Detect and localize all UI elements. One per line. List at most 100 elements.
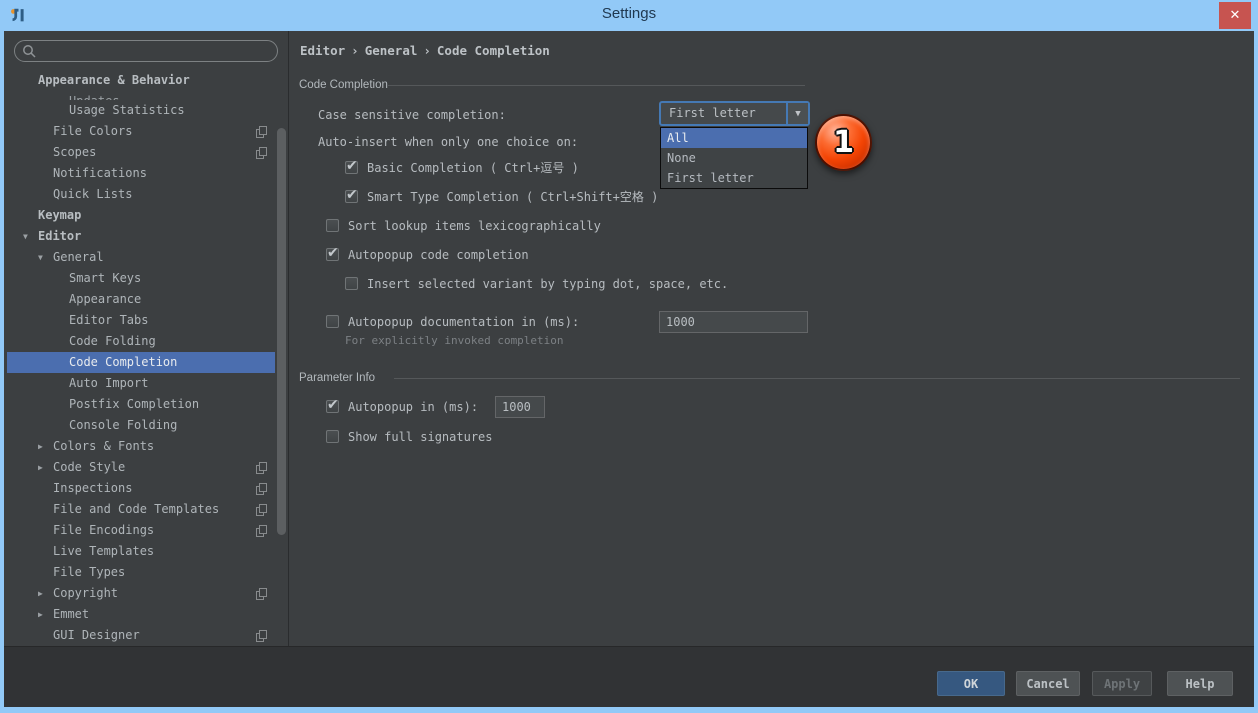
tree-item-keymap[interactable]: Keymap xyxy=(4,205,288,226)
tree-item-label: File and Code Templates xyxy=(53,502,219,516)
shared-settings-icon xyxy=(256,630,266,641)
close-button[interactable]: ✕ xyxy=(1219,2,1251,29)
autopopup-code-checkbox[interactable] xyxy=(326,248,339,261)
tree-item-label: Auto Import xyxy=(69,376,148,390)
tree-item-file-encodings[interactable]: File Encodings xyxy=(4,520,288,541)
case-sensitive-combobox[interactable]: First letter ▼ xyxy=(659,101,810,126)
tree-item-notifications[interactable]: Notifications xyxy=(4,163,288,184)
tree-item-console-folding[interactable]: Console Folding xyxy=(4,415,288,436)
breadcrumb-item-editor[interactable]: Editor xyxy=(300,43,345,58)
dialog-body: Appearance & Behavior Updates Usage Statis… xyxy=(4,31,1254,646)
show-full-signatures-checkbox[interactable] xyxy=(326,430,339,443)
titlebar[interactable]: Settings ✕ xyxy=(0,0,1258,31)
tree-item-code-style[interactable]: ▶Code Style xyxy=(4,457,288,478)
breadcrumb-item-code-completion: Code Completion xyxy=(437,43,550,58)
param-autopopup-checkbox[interactable] xyxy=(326,400,339,413)
ok-button[interactable]: OK xyxy=(937,671,1005,696)
tree-item-quick-lists[interactable]: Quick Lists xyxy=(4,184,288,205)
breadcrumb-separator: › xyxy=(417,43,437,58)
tree-item-general[interactable]: ▼General xyxy=(4,247,288,268)
insert-selected-checkbox[interactable] xyxy=(345,277,358,290)
tree-item-smart-keys[interactable]: Smart Keys xyxy=(4,268,288,289)
tree-item-label: GUI Designer xyxy=(53,628,140,642)
tree-item-label: Quick Lists xyxy=(53,187,132,201)
dialog-footer: OK Cancel Apply Help xyxy=(4,646,1254,707)
group-title-parameter-info: Parameter Info xyxy=(299,371,375,385)
shared-settings-icon xyxy=(256,504,266,515)
param-autopopup-row: Autopopup in (ms): xyxy=(326,396,478,418)
basic-completion-checkbox[interactable] xyxy=(345,161,358,174)
chevron-down-icon[interactable]: ▼ xyxy=(786,103,808,124)
group-separator-line xyxy=(394,378,1240,379)
expand-arrow-icon[interactable]: ▶ xyxy=(38,583,53,604)
cancel-button[interactable]: Cancel xyxy=(1016,671,1080,696)
tree-item-file-and-code-templates[interactable]: File and Code Templates xyxy=(4,499,288,520)
expand-arrow-icon[interactable]: ▶ xyxy=(38,604,53,625)
tree-item-file-types[interactable]: File Types xyxy=(4,562,288,583)
tree-item-editor-tabs[interactable]: Editor Tabs xyxy=(4,310,288,331)
combo-option-none[interactable]: None xyxy=(661,148,807,168)
tree-item-label: Copyright xyxy=(53,586,118,600)
settings-sidebar: Appearance & Behavior Updates Usage Statis… xyxy=(4,31,288,646)
sort-lookup-checkbox[interactable] xyxy=(326,219,339,232)
tree-item-label: Usage Statistics xyxy=(69,103,185,117)
insert-selected-row: Insert selected variant by typing dot, s… xyxy=(345,273,728,295)
shared-settings-icon xyxy=(256,588,266,599)
tree-item-label: Console Folding xyxy=(69,418,177,432)
tree-item-code-folding[interactable]: Code Folding xyxy=(4,331,288,352)
tree-item-colors-fonts[interactable]: ▶Colors & Fonts xyxy=(4,436,288,457)
smart-type-completion-row: Smart Type Completion ( Ctrl+Shift+空格 ) xyxy=(345,186,658,208)
expand-arrow-icon[interactable]: ▶ xyxy=(38,436,53,457)
tree-item-gui-designer[interactable]: GUI Designer xyxy=(4,625,288,646)
tree-item-usage-statistics[interactable]: Usage Statistics xyxy=(4,100,288,121)
tree-item-postfix-completion[interactable]: Postfix Completion xyxy=(4,394,288,415)
help-button[interactable]: Help xyxy=(1167,671,1233,696)
apply-button[interactable]: Apply xyxy=(1092,671,1152,696)
expand-arrow-icon[interactable]: ▶ xyxy=(38,457,53,478)
autopopup-code-label: Autopopup code completion xyxy=(348,248,529,262)
autopopup-doc-checkbox[interactable] xyxy=(326,315,339,328)
sidebar-scrollbar-thumb[interactable] xyxy=(277,128,286,535)
param-autopopup-ms-field[interactable] xyxy=(495,396,545,418)
tree-item-emmet[interactable]: ▶Emmet xyxy=(4,604,288,625)
group-separator-line xyxy=(388,85,805,86)
case-sensitive-label: Case sensitive completion: xyxy=(318,104,506,126)
tree-item-label: Inspections xyxy=(53,481,132,495)
tree-item-live-templates[interactable]: Live Templates xyxy=(4,541,288,562)
search-icon xyxy=(22,44,37,59)
tree-item-auto-import[interactable]: Auto Import xyxy=(4,373,288,394)
tree-item-label: File Colors xyxy=(53,124,132,138)
combo-option-all[interactable]: All xyxy=(661,128,807,148)
sort-lookup-label: Sort lookup items lexicographically xyxy=(348,219,601,233)
smart-type-completion-label: Smart Type Completion ( Ctrl+Shift+空格 ) xyxy=(367,190,658,204)
insert-selected-label: Insert selected variant by typing dot, s… xyxy=(367,277,728,291)
collapse-arrow-icon[interactable]: ▼ xyxy=(38,247,53,268)
combobox-value: First letter xyxy=(669,103,756,124)
tree-item-code-completion[interactable]: Code Completion xyxy=(4,352,288,373)
shared-settings-icon xyxy=(256,525,266,536)
tree-item-label: Code Completion xyxy=(69,355,177,369)
combobox-dropdown-popup: AllNoneFirst letter xyxy=(660,127,808,189)
shared-settings-icon xyxy=(256,483,266,494)
settings-search-input[interactable] xyxy=(14,40,278,62)
autopopup-doc-label: Autopopup documentation in (ms): xyxy=(348,315,579,329)
smart-type-completion-checkbox[interactable] xyxy=(345,190,358,203)
tree-item-label: Appearance & Behavior xyxy=(38,73,190,87)
tree-item-copyright[interactable]: ▶Copyright xyxy=(4,583,288,604)
autopopup-doc-ms-field[interactable] xyxy=(659,311,808,333)
tree-item-scopes[interactable]: Scopes xyxy=(4,142,288,163)
breadcrumb-item-general[interactable]: General xyxy=(365,43,418,58)
shared-settings-icon xyxy=(256,462,266,473)
tree-item-appearance[interactable]: Appearance xyxy=(4,289,288,310)
combo-option-first-letter[interactable]: First letter xyxy=(661,168,807,188)
collapse-arrow-icon[interactable]: ▼ xyxy=(23,226,38,247)
doc-note-label: For explicitly invoked completion xyxy=(345,330,564,352)
tree-item-editor[interactable]: ▼Editor xyxy=(4,226,288,247)
show-full-signatures-row: Show full signatures xyxy=(326,426,493,448)
tree-item-file-colors[interactable]: File Colors xyxy=(4,121,288,142)
settings-main-panel: Editor›General›Code Completion Code Comp… xyxy=(288,31,1254,646)
tree-item-inspections[interactable]: Inspections xyxy=(4,478,288,499)
tree-item-updates[interactable]: Updates xyxy=(4,91,288,100)
tree-item-label: Code Folding xyxy=(69,334,156,348)
tree-item-appearance-behavior[interactable]: Appearance & Behavior xyxy=(4,70,288,91)
